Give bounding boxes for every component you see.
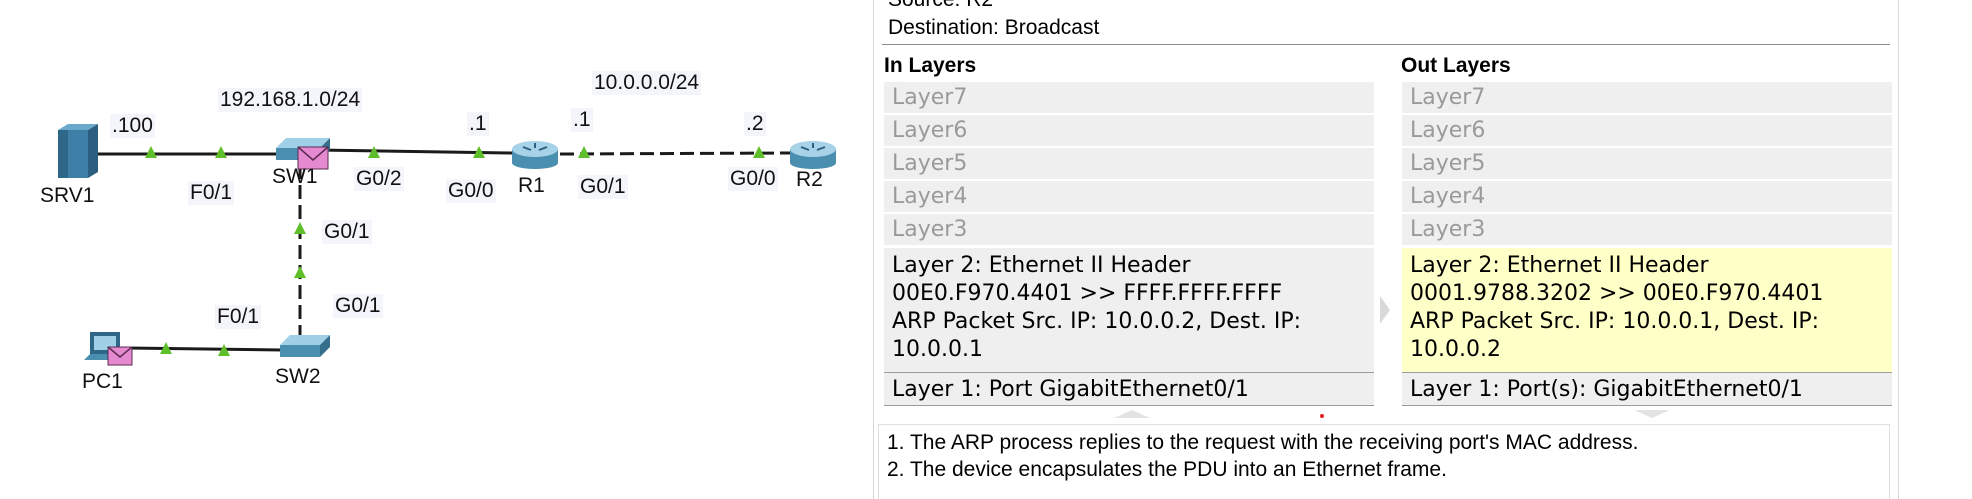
link-sw1-r1	[317, 148, 513, 155]
out-layers-list: Layer7 Layer6 Layer5 Layer4 Layer3 Layer…	[1402, 82, 1892, 408]
out-layer6[interactable]: Layer6	[1402, 115, 1892, 147]
device-label-sw2[interactable]: SW2	[275, 365, 321, 389]
device-label-r1[interactable]: R1	[518, 174, 545, 198]
out-layer7[interactable]: Layer7	[1402, 82, 1892, 114]
out-layer4[interactable]: Layer4	[1402, 181, 1892, 213]
out-layer1[interactable]: Layer 1: Port(s): GigabitEthernet0/1	[1402, 372, 1892, 406]
port-up-icon	[578, 146, 590, 158]
topology-canvas[interactable]: 192.168.1.0/24 10.0.0.0/24 .100 .1 .1 .2…	[0, 0, 880, 499]
ip-label-r2-g00: .2	[744, 112, 766, 136]
panel-left-border	[873, 0, 874, 499]
router-icon	[790, 141, 836, 169]
port-label-sw1-g02: G0/2	[354, 167, 404, 191]
in-layer3[interactable]: Layer3	[884, 214, 1374, 246]
out-layer2-line: 10.0.0.2	[1410, 337, 1501, 362]
out-layer2-line: Layer 2: Ethernet II Header	[1410, 253, 1709, 278]
ip-label-r1-g00: .1	[467, 112, 489, 136]
in-layer2-line: 10.0.0.1	[892, 337, 983, 362]
out-layer2-line: 0001.9788.3202 >> 00E0.F970.4401	[1410, 281, 1824, 306]
port-up-icon	[294, 266, 306, 278]
port-up-icon	[294, 222, 306, 234]
device-label-pc1[interactable]: PC1	[82, 370, 123, 394]
out-layer5[interactable]: Layer5	[1402, 148, 1892, 180]
in-layer4[interactable]: Layer4	[884, 181, 1374, 213]
scroll-down-icon[interactable]	[1634, 410, 1670, 418]
port-up-icon	[145, 146, 157, 158]
pdu-description: 1. The ARP process replies to the reques…	[878, 424, 1890, 499]
device-label-srv1[interactable]: SRV1	[40, 184, 94, 208]
network-label-lan: 192.168.1.0/24	[218, 88, 363, 112]
server-icon	[58, 124, 98, 178]
router-icon	[512, 141, 558, 169]
in-layer6[interactable]: Layer6	[884, 115, 1374, 147]
ip-label-r1-g01: .1	[571, 108, 593, 132]
port-label-sw1-g01: G0/1	[322, 220, 372, 244]
pdu-envelope-icon	[107, 346, 133, 366]
out-layer2-line: ARP Packet Src. IP: 10.0.0.1, Dest. IP:	[1410, 309, 1819, 334]
description-line: 2. The device encapsulates the PDU into …	[887, 458, 1447, 481]
description-line: 1. The ARP process replies to the reques…	[887, 431, 1639, 454]
port-label-r1-g01: G0/1	[578, 175, 628, 199]
out-layer2-selected[interactable]: Layer 2: Ethernet II Header 0001.9788.32…	[1402, 248, 1892, 372]
in-layer2[interactable]: Layer 2: Ethernet II Header 00E0.F970.44…	[884, 248, 1374, 372]
network-label-wan: 10.0.0.0/24	[592, 71, 702, 95]
in-layers-header: In Layers	[884, 54, 977, 77]
layer-arrow-icon	[1380, 296, 1390, 324]
in-layer2-line: ARP Packet Src. IP: 10.0.0.2, Dest. IP:	[892, 309, 1301, 334]
device-label-sw1[interactable]: SW1	[272, 165, 318, 189]
pdu-destination: Destination: Broadcast	[888, 16, 1100, 39]
in-layer1[interactable]: Layer 1: Port GigabitEthernet0/1	[884, 372, 1374, 406]
port-label-r2-g00: G0/0	[728, 167, 778, 191]
port-label-r1-g00: G0/0	[446, 179, 496, 203]
in-layer2-line: 00E0.F970.4401 >> FFFF.FFFF.FFFF	[892, 281, 1283, 306]
port-label-sw2-f01: F0/1	[215, 305, 262, 329]
panel-right-border	[1898, 0, 1899, 499]
ip-label-srv1: .100	[110, 114, 155, 138]
scroll-up-icon[interactable]	[1114, 410, 1150, 418]
switch-icon	[280, 335, 330, 357]
pdu-source: Source: R2	[888, 0, 993, 12]
in-layer7[interactable]: Layer7	[884, 82, 1374, 114]
header-divider	[882, 44, 1890, 45]
out-layers-header: Out Layers	[1401, 54, 1511, 77]
device-label-r2[interactable]: R2	[796, 168, 823, 192]
port-label-sw1-f01: F0/1	[188, 181, 235, 205]
link-pc1-sw2	[124, 346, 283, 352]
marker-dot	[1320, 414, 1324, 418]
in-layers-list: Layer7 Layer6 Layer5 Layer4 Layer3 Layer…	[884, 82, 1374, 408]
in-layer5[interactable]: Layer5	[884, 148, 1374, 180]
in-layer2-line: Layer 2: Ethernet II Header	[892, 253, 1191, 278]
port-label-sw2-g01: G0/1	[333, 294, 383, 318]
port-up-icon	[215, 146, 227, 158]
topology-links	[58, 124, 836, 366]
out-layer3[interactable]: Layer3	[1402, 214, 1892, 246]
